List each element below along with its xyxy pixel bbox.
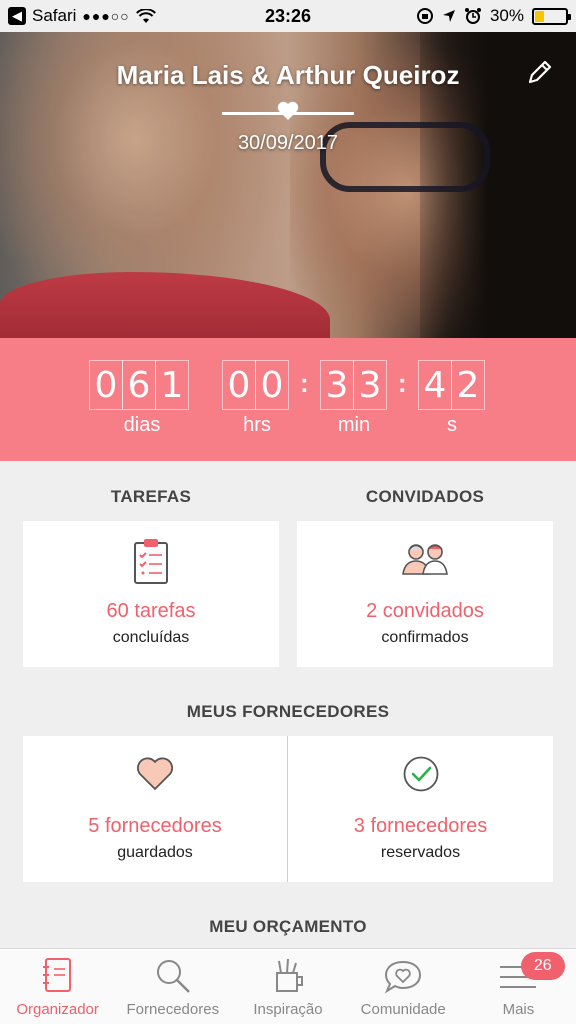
alarm-icon (464, 8, 481, 24)
booked-count: 3 fornecedores (353, 815, 488, 837)
tab-organizador[interactable]: Organizador (0, 949, 115, 1024)
saved-status: guardados (117, 844, 193, 861)
budget-title: MEU ORÇAMENTO (209, 917, 367, 936)
status-bar: ◀ Safari ●●●○○ 23:26 30% (0, 0, 576, 32)
countdown-seconds: 4 2 (418, 360, 485, 410)
colon-separator: : (398, 368, 407, 398)
tab-inspiracao[interactable]: Inspiração (230, 949, 345, 1024)
digit: 0 (222, 360, 256, 410)
label-minutes: min (337, 414, 371, 436)
booked-suppliers[interactable]: 3 fornecedores reservados (288, 736, 553, 882)
label-hours: hrs (243, 414, 271, 436)
countdown-days: 0 6 1 (89, 360, 189, 410)
back-app-label[interactable]: Safari (32, 6, 76, 26)
tab-label: Comunidade (360, 1001, 446, 1018)
signal-strength: ●●●○○ (82, 8, 130, 24)
check-circle-icon (403, 756, 438, 792)
digit: 1 (155, 360, 189, 410)
label-days: dias (123, 414, 161, 436)
back-arrow-icon[interactable]: ◀ (8, 7, 26, 25)
digit: 3 (320, 360, 354, 410)
location-icon (442, 10, 455, 22)
tab-fornecedores[interactable]: Fornecedores (115, 949, 230, 1024)
search-icon (156, 960, 190, 993)
guests-icon (402, 544, 448, 575)
tasks-status: concluídas (112, 629, 190, 646)
notebook-icon (42, 958, 71, 992)
saved-suppliers[interactable]: 5 fornecedores guardados (23, 736, 287, 882)
digit: 2 (451, 360, 485, 410)
colon-separator: : (300, 368, 309, 398)
battery-icon (532, 7, 571, 25)
digit: 6 (122, 360, 156, 410)
digit: 0 (89, 360, 123, 410)
tab-label: Mais (502, 1001, 535, 1018)
clock: 23:26 (264, 5, 312, 26)
digit: 4 (418, 360, 452, 410)
tasks-card[interactable]: 60 tarefas concluídas (23, 521, 279, 667)
inspiration-icon (276, 958, 303, 992)
battery-percent: 30% (489, 6, 524, 25)
chat-heart-icon (385, 960, 422, 994)
heart-icon (277, 101, 299, 120)
guests-card[interactable]: 2 convidados confirmados (297, 521, 553, 667)
suppliers-title: MEUS FORNECEDORES (186, 702, 390, 721)
tasks-count: 60 tarefas (106, 600, 196, 622)
saved-count: 5 fornecedores (88, 815, 222, 837)
tab-label: Fornecedores (126, 1001, 220, 1018)
digit: 0 (255, 360, 289, 410)
countdown-panel: 0 6 1 0 0 : 3 3 : 4 2 (0, 338, 576, 461)
label-seconds: s (447, 414, 457, 436)
tab-comunidade[interactable]: Comunidade (346, 949, 461, 1024)
rotation-lock-icon (416, 8, 433, 24)
tab-label: Organizador (16, 1001, 99, 1018)
tasks-title: TAREFAS (110, 487, 192, 506)
couple-names: Maria Lais & Arthur Queiroz (116, 60, 460, 90)
tab-label: Inspiração (253, 1001, 323, 1018)
guests-count: 2 convidados (366, 600, 484, 622)
tab-bar: Organizador Fornecedores Inspiração Comu… (0, 948, 576, 1024)
booked-status: reservados (380, 844, 461, 861)
wedding-date: 30/09/2017 (237, 132, 339, 154)
tab-mais[interactable]: Mais 26 (461, 949, 576, 1024)
clipboard-icon (134, 539, 168, 584)
pencil-icon[interactable] (526, 58, 554, 86)
heart-icon (137, 757, 173, 790)
guests-title: CONVIDADOS (365, 487, 485, 506)
suppliers-card: 5 fornecedores guardados 3 fornecedores … (23, 736, 553, 882)
digit: 3 (353, 360, 387, 410)
wifi-icon (135, 8, 156, 23)
notification-badge: 26 (520, 952, 565, 980)
countdown-hours: 0 0 (222, 360, 289, 410)
countdown-minutes: 3 3 (320, 360, 387, 410)
guests-status: confirmados (381, 629, 469, 646)
